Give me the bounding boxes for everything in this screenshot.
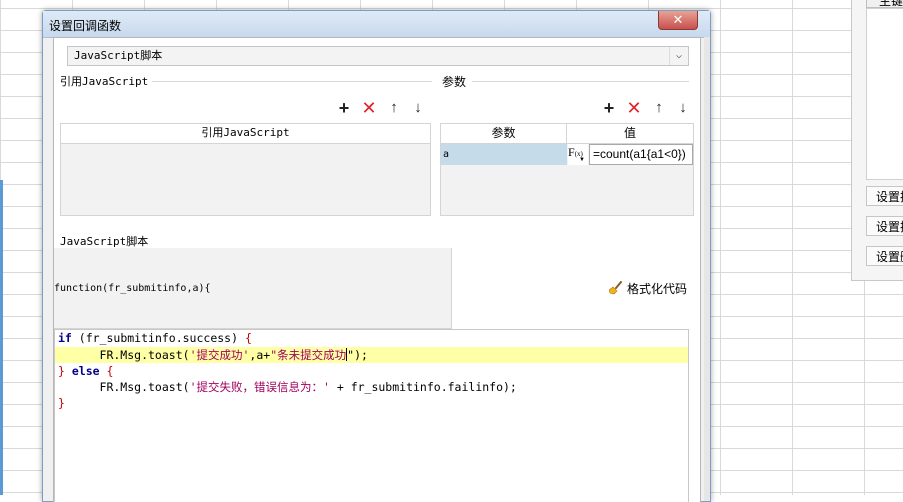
arrow-up-icon[interactable]: ↑ [385, 99, 403, 117]
plus-icon[interactable]: + [600, 99, 618, 117]
script-type-select[interactable]: JavaScript脚本 ⌵ [67, 46, 689, 66]
dialog-content: JavaScript脚本 ⌵ 引用JavaScript + ✕ ↑ ↓ 引用Ja… [53, 37, 701, 502]
arrow-down-icon[interactable]: ↓ [674, 99, 692, 117]
chevron-down-icon[interactable]: ⌵ [669, 47, 688, 65]
param-value-input[interactable]: =count(a1{a1<0}) [589, 144, 693, 165]
delete-icon[interactable]: ✕ [360, 99, 378, 117]
code-editor[interactable]: if (fr_submitinfo.success) { FR.Msg.toas… [54, 329, 689, 502]
primary-key-list[interactable] [866, 8, 903, 180]
dialog-scrollbar[interactable] [704, 37, 710, 501]
params-section-label: 参数 [442, 75, 467, 89]
code-line-1: if (fr_submitinfo.success) { [58, 331, 252, 345]
primary-key-header: 主键 [866, 0, 903, 8]
format-code-label: 格式化代码 [627, 282, 688, 296]
script-section-label: JavaScript脚本 [60, 235, 149, 248]
script-type-value: JavaScript脚本 [74, 49, 163, 62]
param-name-cell[interactable]: a [441, 144, 567, 165]
callback-function-dialog: 设置回调函数 ✕ JavaScript脚本 ⌵ 引用JavaScript + ✕… [42, 10, 711, 502]
arrow-up-icon[interactable]: ↑ [650, 99, 668, 117]
insert-setting-button-2[interactable]: 设置插 [866, 216, 903, 236]
dialog-titlebar[interactable]: 设置回调函数 ✕ [43, 11, 710, 38]
delete-icon[interactable]: ✕ [625, 99, 643, 117]
params-header-value: 值 [567, 124, 693, 144]
insert-setting-button[interactable]: 设置插 [866, 186, 903, 206]
code-line-2: FR.Msg.toast('提交成功',a+"条未提交成功"); [55, 347, 688, 363]
params-toolbar: + ✕ ↑ ↓ [600, 99, 690, 117]
formula-icon[interactable]: F(x) ▼ [568, 144, 588, 165]
arrow-down-icon[interactable]: ↓ [409, 99, 427, 117]
plus-icon[interactable]: + [335, 99, 353, 117]
sheet-selection-strip [0, 180, 3, 495]
function-signature: function(fr_submitinfo,a){ [54, 283, 211, 294]
ref-js-table[interactable]: 引用JavaScript [60, 123, 431, 216]
format-code-button[interactable]: 格式化代码 [609, 280, 687, 298]
params-table[interactable]: 参数 值 a F(x) ▼ =count(a1{a1<0}) [440, 123, 694, 216]
ref-js-section-label: 引用JavaScript [60, 75, 149, 88]
params-section-divider [472, 81, 689, 82]
code-line-3: } else { [58, 364, 114, 378]
function-signature-area: function(fr_submitinfo,a){ [54, 248, 452, 329]
ref-js-toolbar: + ✕ ↑ ↓ [335, 99, 425, 117]
code-line-4: FR.Msg.toast('提交失败，错误信息为：' + fr_submitin… [58, 380, 517, 394]
close-button[interactable]: ✕ [658, 11, 698, 30]
delete-setting-button[interactable]: 设置删 [866, 246, 903, 266]
dialog-title: 设置回调函数 [49, 19, 122, 33]
ref-js-column-header: 引用JavaScript [61, 124, 430, 144]
broom-icon [609, 281, 622, 295]
params-header-name: 参数 [441, 124, 567, 144]
ref-js-section-divider [152, 81, 432, 82]
code-line-5: } [58, 396, 65, 410]
